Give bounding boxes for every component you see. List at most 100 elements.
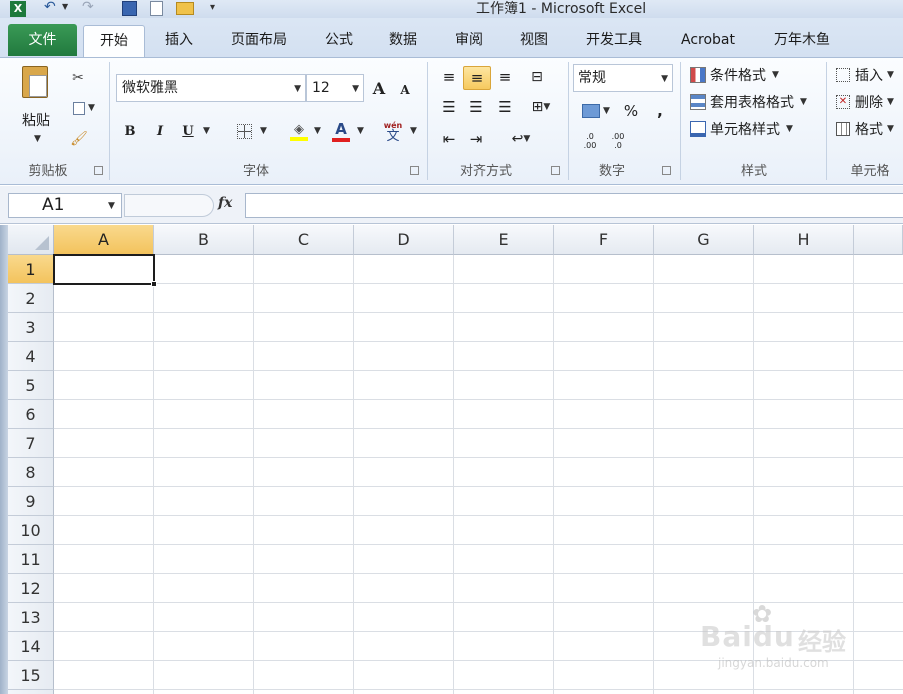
select-all-button[interactable]: [8, 225, 54, 255]
column-header-next[interactable]: [854, 225, 903, 255]
increase-indent-icon[interactable]: ⇥: [465, 128, 487, 150]
underline-dropdown-icon[interactable]: ▼: [203, 126, 210, 136]
save-icon[interactable]: [122, 1, 137, 16]
clipboard-launcher-icon[interactable]: [94, 166, 103, 175]
row-header-12[interactable]: 12: [8, 574, 54, 603]
row-header-4[interactable]: 4: [8, 342, 54, 371]
row-header-8[interactable]: 8: [8, 458, 54, 487]
row-header-11[interactable]: 11: [8, 545, 54, 574]
cut-icon[interactable]: ✂: [68, 68, 88, 88]
paste-dropdown-icon[interactable]: ▼: [34, 134, 41, 144]
tab-home[interactable]: 开始: [83, 25, 145, 59]
accounting-format-icon[interactable]: ▼: [578, 100, 614, 122]
number-launcher-icon[interactable]: [662, 166, 671, 175]
tab-developer[interactable]: 开发工具: [572, 25, 656, 57]
row-header-5[interactable]: 5: [8, 371, 54, 400]
align-top-icon[interactable]: ≡: [438, 66, 460, 88]
column-header-d[interactable]: D: [354, 225, 454, 255]
tab-addin[interactable]: 万年木鱼: [760, 25, 844, 57]
number-format-dropdown[interactable]: 常规 ▼: [573, 64, 673, 92]
row-header-14[interactable]: 14: [8, 632, 54, 661]
formula-expand-handle[interactable]: [124, 194, 214, 217]
phonetic-guide-icon[interactable]: wén 文: [380, 118, 406, 144]
tab-insert[interactable]: 插入: [152, 25, 206, 57]
new-file-icon[interactable]: [150, 1, 163, 16]
undo-icon[interactable]: ↶: [44, 0, 62, 16]
column-header-e[interactable]: E: [454, 225, 554, 255]
tab-data[interactable]: 数据: [376, 25, 430, 57]
underline-button[interactable]: U: [178, 120, 198, 142]
conditional-formatting-button[interactable]: 条件格式 ▼: [690, 64, 816, 86]
tab-review[interactable]: 审阅: [442, 25, 496, 57]
decrease-decimal-icon[interactable]: .00.0: [606, 130, 630, 152]
row-header-next[interactable]: [8, 690, 54, 694]
tab-view[interactable]: 视图: [507, 25, 561, 57]
row-header-1[interactable]: 1: [8, 255, 54, 284]
align-left-icon[interactable]: ☰: [438, 96, 460, 118]
tab-formulas[interactable]: 公式: [312, 25, 366, 57]
comma-button[interactable]: ,: [650, 100, 670, 122]
row-header-10[interactable]: 10: [8, 516, 54, 545]
copy-icon[interactable]: ▼: [68, 98, 100, 118]
row-header-9[interactable]: 9: [8, 487, 54, 516]
row-header-2[interactable]: 2: [8, 284, 54, 313]
column-header-h[interactable]: H: [754, 225, 854, 255]
fill-color-dropdown-icon[interactable]: ▼: [314, 126, 321, 136]
wrap-text-icon[interactable]: ↩ ▼: [504, 128, 538, 150]
shrink-font-icon[interactable]: A: [397, 81, 413, 99]
undo-dropdown-icon[interactable]: ▼: [62, 2, 68, 11]
font-color-dropdown-icon[interactable]: ▼: [357, 126, 364, 136]
tab-file[interactable]: 文件: [8, 24, 77, 56]
format-painter-icon[interactable]: 🖌: [68, 128, 90, 150]
row-header-15[interactable]: 15: [8, 661, 54, 690]
open-folder-icon[interactable]: [176, 2, 194, 15]
active-cell-a1[interactable]: [53, 254, 155, 285]
insert-cells-button[interactable]: 插入 ▼: [836, 64, 903, 86]
merge-center-icon[interactable]: ⊞ ▼: [524, 96, 558, 118]
phonetic-dropdown-icon[interactable]: ▼: [410, 126, 417, 136]
name-box-dropdown-icon[interactable]: ▼: [108, 201, 115, 211]
tab-page-layout[interactable]: 页面布局: [220, 25, 298, 57]
column-header-a[interactable]: A: [54, 225, 154, 255]
font-size-dropdown[interactable]: 12 ▼: [306, 74, 364, 102]
bold-button[interactable]: B: [120, 120, 140, 142]
grow-font-icon[interactable]: A: [370, 78, 388, 98]
alignment-launcher-icon[interactable]: [551, 166, 560, 175]
delete-cells-button[interactable]: ✕ 删除 ▼: [836, 91, 903, 113]
formula-input[interactable]: [245, 193, 903, 218]
row-header-13[interactable]: 13: [8, 603, 54, 632]
orientation-icon[interactable]: ⊟: [526, 66, 548, 88]
row-header-3[interactable]: 3: [8, 313, 54, 342]
cell-styles-button[interactable]: 单元格样式 ▼: [690, 118, 810, 140]
paste-button[interactable]: 粘贴 ▼: [14, 64, 60, 152]
column-header-g[interactable]: G: [654, 225, 754, 255]
italic-button[interactable]: I: [150, 120, 170, 142]
row-header-7[interactable]: 7: [8, 429, 54, 458]
borders-icon[interactable]: [232, 120, 256, 142]
worksheet-grid[interactable]: [8, 225, 903, 694]
name-box[interactable]: A1: [8, 193, 122, 218]
column-header-b[interactable]: B: [154, 225, 254, 255]
format-as-table-button[interactable]: 套用表格格式 ▼: [690, 91, 824, 113]
font-name-dropdown[interactable]: 微软雅黑 ▼: [116, 74, 306, 102]
format-cells-button[interactable]: 格式 ▼: [836, 118, 903, 140]
align-right-icon[interactable]: ☰: [494, 96, 516, 118]
row-header-6[interactable]: 6: [8, 400, 54, 429]
decrease-indent-icon[interactable]: ⇤: [438, 128, 460, 150]
excel-logo-icon[interactable]: X: [10, 1, 26, 17]
fill-handle[interactable]: [151, 281, 157, 287]
redo-icon[interactable]: ↷: [82, 0, 100, 16]
font-color-icon[interactable]: A: [329, 118, 353, 144]
font-launcher-icon[interactable]: [410, 166, 419, 175]
align-middle-icon[interactable]: ≡: [463, 66, 491, 90]
tab-acrobat[interactable]: Acrobat: [670, 25, 746, 57]
column-header-f[interactable]: F: [554, 225, 654, 255]
align-center-icon[interactable]: ☰: [465, 96, 487, 118]
column-header-c[interactable]: C: [254, 225, 354, 255]
increase-decimal-icon[interactable]: .0.00: [578, 130, 602, 152]
customize-toolbar-icon[interactable]: ▾: [210, 2, 215, 13]
borders-dropdown-icon[interactable]: ▼: [260, 126, 267, 136]
fill-color-icon[interactable]: ◈: [287, 118, 311, 144]
insert-function-button[interactable]: fx: [218, 195, 240, 215]
percent-button[interactable]: %: [620, 100, 642, 122]
